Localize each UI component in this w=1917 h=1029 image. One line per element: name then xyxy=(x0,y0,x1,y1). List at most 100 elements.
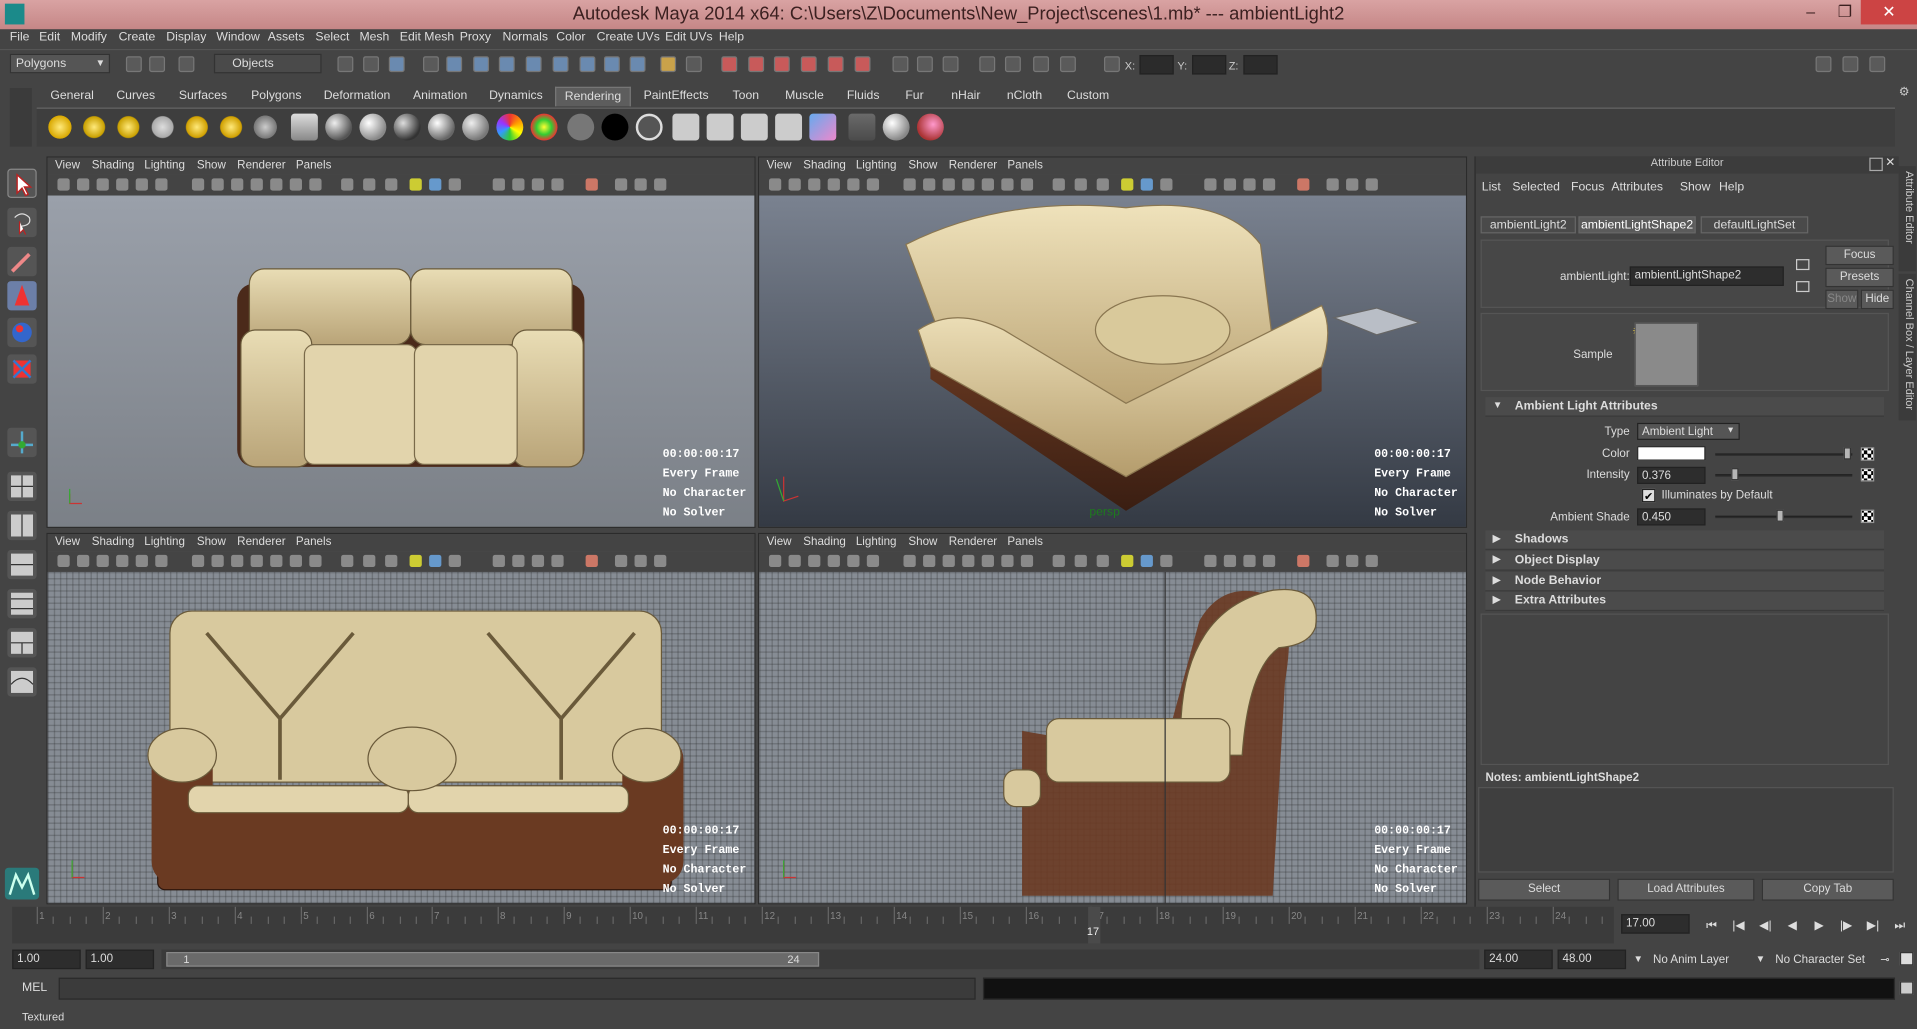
grid-icon[interactable] xyxy=(116,178,129,191)
multisample-icon[interactable] xyxy=(1223,178,1237,191)
resolution-gate-icon[interactable] xyxy=(866,178,880,191)
magnet-point-icon[interactable] xyxy=(773,56,790,73)
magnet-off-icon[interactable] xyxy=(854,56,871,73)
shadows-icon[interactable] xyxy=(270,178,283,191)
save-scene-icon[interactable] xyxy=(178,56,195,73)
spot-light-icon[interactable] xyxy=(149,113,177,141)
point-light-icon[interactable] xyxy=(114,113,142,141)
ae-tab-defaultlightset[interactable]: defaultLightSet xyxy=(1700,216,1809,234)
phong-icon[interactable] xyxy=(393,113,421,141)
step-back-frame-icon[interactable]: ◀| xyxy=(1756,919,1776,934)
wireframe-icon[interactable] xyxy=(191,178,205,191)
film-gate-icon[interactable] xyxy=(135,178,148,191)
go-to-start-icon[interactable]: ⏮ xyxy=(1702,919,1722,934)
panel-menu-panels[interactable]: Panels xyxy=(296,159,332,172)
motion-blur-icon[interactable] xyxy=(1204,178,1217,191)
step-back-key-icon[interactable]: |◀ xyxy=(1729,919,1749,934)
magnet-curve-icon[interactable] xyxy=(748,56,765,73)
motion-blur-icon[interactable] xyxy=(1204,554,1217,568)
input-ops-icon[interactable] xyxy=(579,56,596,73)
panel-menu-view[interactable]: View xyxy=(767,535,792,548)
viewport-persp[interactable]: View Shading Lighting Show Renderer Pane… xyxy=(758,156,1468,528)
xray-icon[interactable] xyxy=(309,554,322,568)
viewport-top[interactable]: View Shading Lighting Show Renderer Pane… xyxy=(46,156,756,528)
ambient-shade-map-button[interactable] xyxy=(1860,509,1875,524)
show-manipulator-icon[interactable] xyxy=(7,427,37,458)
shelf-tab-ncloth[interactable]: nCloth xyxy=(998,87,1052,107)
panel-menu-lighting[interactable]: Lighting xyxy=(144,535,185,548)
preferences-icon[interactable] xyxy=(1899,952,1914,966)
close-button[interactable]: ✕ xyxy=(1860,0,1917,25)
persp-outliner-layout-icon[interactable] xyxy=(7,549,37,580)
hyperspace-icon[interactable] xyxy=(1059,56,1076,73)
intensity-map-button[interactable] xyxy=(1860,468,1875,482)
lights-icon[interactable] xyxy=(250,178,263,191)
intensity-field[interactable]: 0.376 xyxy=(1637,466,1706,484)
snap-grid-icon[interactable] xyxy=(423,56,439,73)
shadow-display-icon[interactable] xyxy=(429,554,442,568)
motion-blur-icon[interactable] xyxy=(492,178,505,191)
layered-shader-icon[interactable] xyxy=(635,113,663,141)
area-light-icon[interactable] xyxy=(183,113,211,141)
render-globals-shelf-icon[interactable] xyxy=(848,113,876,141)
rotate-tool-icon[interactable] xyxy=(7,317,37,348)
shadows-section[interactable]: ▶ Shadows xyxy=(1485,530,1885,550)
xray-icon[interactable] xyxy=(1020,554,1034,568)
magnet-icon[interactable] xyxy=(721,56,738,73)
show-button[interactable]: Show xyxy=(1825,289,1859,310)
smooth-mesh-icon[interactable] xyxy=(585,178,598,191)
camera-attr-icon[interactable] xyxy=(769,178,782,191)
ambient-occlusion-icon[interactable] xyxy=(1160,178,1173,191)
default-material-icon[interactable] xyxy=(1052,554,1065,568)
selection-mask-dropdown[interactable]: Objects xyxy=(213,53,322,74)
menu-select[interactable]: Select xyxy=(315,31,349,44)
volume-light-icon[interactable] xyxy=(217,113,245,141)
frame-all-icon[interactable] xyxy=(634,554,647,568)
motion-blur-icon[interactable] xyxy=(492,554,505,568)
expand-icon[interactable] xyxy=(1326,178,1339,191)
render-current-icon[interactable] xyxy=(892,56,909,73)
textured-icon[interactable] xyxy=(231,178,244,191)
ae-menu-selected[interactable]: Selected xyxy=(1512,181,1560,194)
depth-of-field-icon[interactable] xyxy=(531,554,545,568)
panel-menu-shading[interactable]: Shading xyxy=(92,535,135,548)
lasso-tool-icon[interactable] xyxy=(7,207,37,238)
menu-display[interactable]: Display xyxy=(166,31,206,44)
go-to-input-icon[interactable] xyxy=(1795,259,1810,271)
shelf-tab-nhair[interactable]: nHair xyxy=(946,87,985,107)
step-forward-frame-icon[interactable]: |▶ xyxy=(1836,919,1856,934)
intensity-slider-knob[interactable] xyxy=(1731,468,1739,481)
use-all-lights-icon[interactable] xyxy=(1121,554,1134,568)
image-plane-icon[interactable] xyxy=(808,554,821,568)
select-camera-icon[interactable] xyxy=(551,178,564,191)
panel-menu-view[interactable]: View xyxy=(767,159,792,172)
ae-menu-attributes[interactable]: Attributes xyxy=(1611,181,1663,194)
type-dropdown[interactable]: Ambient Light ▼ xyxy=(1637,422,1740,440)
smooth-shade-icon[interactable] xyxy=(211,178,224,191)
lights-icon[interactable] xyxy=(250,554,263,568)
smooth-shade-icon[interactable] xyxy=(211,554,224,568)
panel-menu-lighting[interactable]: Lighting xyxy=(856,535,897,548)
use-all-lights-icon[interactable] xyxy=(409,178,422,191)
frame-selection-icon[interactable] xyxy=(654,554,667,568)
multisample-icon[interactable] xyxy=(512,554,525,568)
panel-menu-shading[interactable]: Shading xyxy=(92,159,135,172)
frame-all-icon[interactable] xyxy=(1346,178,1359,191)
node-name-field[interactable]: ambientLightShape2 xyxy=(1629,266,1784,286)
chevron-down-icon[interactable]: ▼ xyxy=(1633,953,1643,964)
shelf-options-icon[interactable] xyxy=(9,87,32,147)
scale-tool-icon[interactable] xyxy=(7,354,37,384)
color-swatch[interactable] xyxy=(1637,446,1706,461)
y-field[interactable] xyxy=(1192,54,1227,75)
close-panel-icon[interactable]: ✕ xyxy=(1885,156,1895,169)
surface-shader-icon[interactable] xyxy=(567,113,595,141)
resolution-gate-icon[interactable] xyxy=(155,178,168,191)
select-camera-icon[interactable] xyxy=(551,554,564,568)
ambient-occlusion-icon[interactable] xyxy=(1160,554,1173,568)
play-forward-icon[interactable]: ▶ xyxy=(1809,919,1829,934)
snap-view-plane-icon[interactable] xyxy=(498,56,515,73)
default-material-icon[interactable] xyxy=(1052,178,1065,191)
film-gate-icon[interactable] xyxy=(135,554,148,568)
shelf-tab-polygons[interactable]: Polygons xyxy=(245,87,309,107)
menu-mesh[interactable]: Mesh xyxy=(359,31,389,44)
